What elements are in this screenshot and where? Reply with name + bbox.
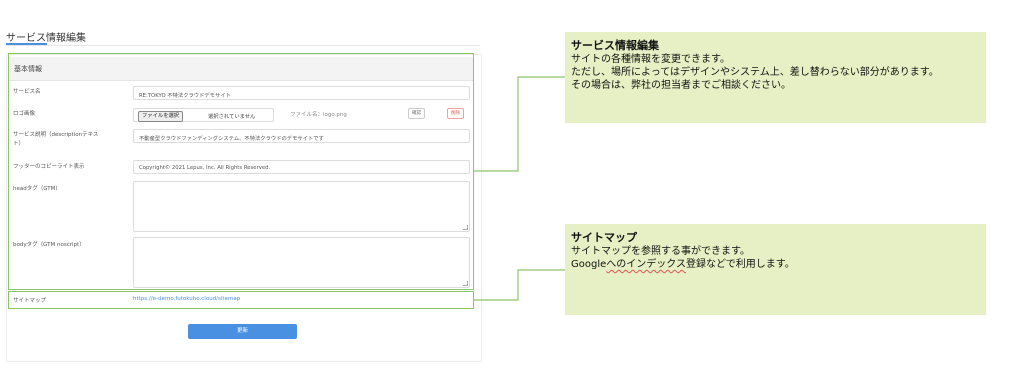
service-edit-highlight [8, 53, 474, 290]
sitemap-note-line: サイトマップを参照する事ができます。 [571, 246, 750, 257]
sitemap-connector [474, 269, 565, 301]
service-edit-note-line: サイトの各種情報を変更できます。 [571, 54, 730, 65]
page-title[interactable]: サービス情報編集 [6, 29, 86, 44]
service-edit-connector [474, 76, 565, 172]
service-edit-note: サービス情報編集 サイトの各種情報を変更できます。 ただし、場所によってはデザイ… [565, 32, 986, 123]
note-text: Google [571, 259, 607, 270]
sitemap-note: サイトマップ サイトマップを参照する事ができます。 Googleへのインデックス… [565, 224, 986, 315]
sitemap-highlight [8, 291, 474, 309]
service-edit-note-line: その場合は、弊社の担当者までご相談ください。 [571, 80, 791, 91]
spellcheck-underlined-text: へのインデックス [606, 259, 686, 270]
sitemap-note-title: サイトマップ [571, 231, 637, 244]
update-button[interactable]: 更新 [188, 324, 297, 339]
sitemap-note-line: Googleへのインデックス登録などで利用します。 [571, 258, 980, 271]
note-text: 登録などで利用します。 [685, 259, 795, 270]
tab-divider [6, 45, 480, 46]
service-edit-note-line: ただし、場所によってはデザインやシステム上、差し替わらない部分があります。 [571, 67, 939, 78]
service-edit-note-title: サービス情報編集 [571, 39, 659, 52]
